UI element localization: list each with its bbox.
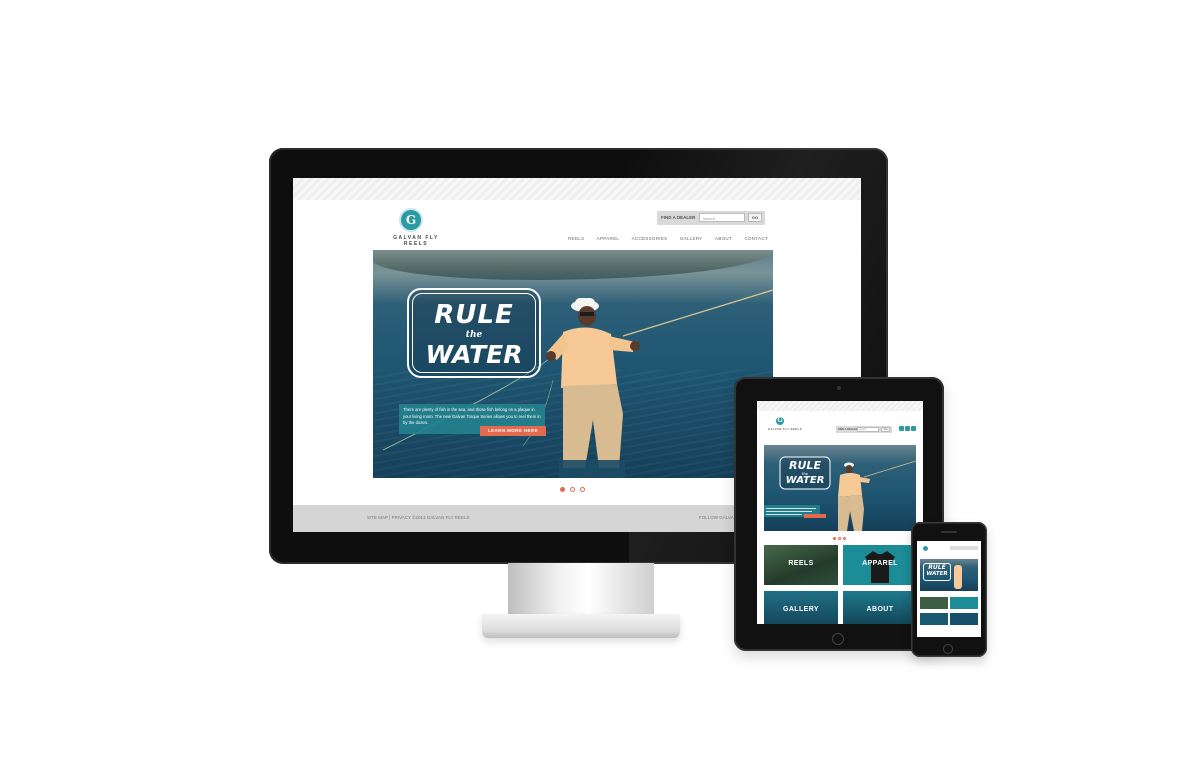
rule-the-water-badge: RULE the WATER	[407, 288, 541, 378]
phone-badge-water: WATER	[926, 571, 948, 577]
tile-gallery[interactable]: GALLERY	[764, 591, 838, 624]
tablet-social-icon-1[interactable]	[899, 426, 904, 431]
nav-contact[interactable]: CONTACT	[744, 236, 768, 244]
brand-logo-icon[interactable]: G	[399, 208, 423, 232]
carousel-dot-1[interactable]	[560, 487, 565, 492]
tablet-social-icon-2[interactable]	[905, 426, 910, 431]
tile-reels-label: REELS	[788, 560, 814, 567]
phone-home-button	[943, 644, 953, 654]
tile-gallery-label: GALLERY	[783, 606, 819, 613]
phone-website: RULE WATER	[917, 541, 981, 637]
footer-follow[interactable]: FOLLOW GALVAN	[699, 515, 737, 520]
phone-brand-logo-icon[interactable]	[923, 546, 928, 551]
tablet-go-button[interactable]: GO	[881, 427, 890, 432]
phone-speaker-icon	[941, 531, 957, 533]
brand-name: GALVAN FLY REELS	[393, 235, 439, 247]
nav-accessories[interactable]: ACCESSORIES	[632, 236, 668, 244]
nav-about[interactable]: ABOUT	[715, 236, 732, 244]
tablet-carousel-dot-1[interactable]	[833, 537, 836, 540]
phone-tile-apparel[interactable]	[950, 597, 978, 609]
carousel-dots	[560, 487, 594, 495]
phone-search-bar[interactable]	[950, 546, 978, 550]
tablet-website: G GALVAN FLY REELS FIND A DEALER search …	[757, 401, 923, 624]
badge-the-text: the	[465, 330, 483, 340]
tablet-home-button	[832, 633, 844, 645]
tile-about-label: ABOUT	[866, 606, 894, 613]
phone-tile-reels[interactable]	[920, 597, 948, 609]
tablet-badge-water: WATER	[785, 475, 825, 486]
tablet-carousel-dot-3[interactable]	[843, 537, 846, 540]
phone-tile-about[interactable]	[950, 613, 978, 625]
tablet-top-stripe	[757, 401, 923, 411]
phone-tile-gallery[interactable]	[920, 613, 948, 625]
find-dealer-label: FIND A DEALER	[661, 215, 696, 220]
main-nav: REELS APPAREL ACCESSORIES GALLERY ABOUT …	[568, 236, 768, 244]
tablet-search-input[interactable]: search	[857, 427, 879, 432]
tablet-carousel-dot-2[interactable]	[838, 537, 841, 540]
tablet-hero-graphic	[779, 456, 916, 531]
top-stripe	[293, 178, 861, 200]
footer-links[interactable]: SITE MAP | PRIVACY ©2013 GALVAN FLY REEL…	[367, 515, 469, 520]
nav-apparel[interactable]: APPAREL	[597, 236, 620, 244]
tablet-carousel-dots	[833, 537, 846, 540]
dealer-go-button[interactable]: GO	[748, 213, 762, 222]
tile-apparel[interactable]: APPAREL	[843, 545, 917, 585]
badge-rule-text: RULE	[434, 300, 514, 330]
badge-water-text: WATER	[425, 340, 523, 369]
dealer-search-input[interactable]: search	[699, 213, 745, 222]
angler-figure	[546, 298, 640, 478]
tablet-brand-logo-icon[interactable]: G	[776, 417, 784, 425]
nav-gallery[interactable]: GALLERY	[680, 236, 703, 244]
tablet-social-icon-3[interactable]	[911, 426, 916, 431]
nav-reels[interactable]: REELS	[568, 236, 584, 244]
tile-about[interactable]: ABOUT	[843, 591, 917, 624]
monitor-stand-neck	[508, 563, 654, 617]
tablet-learn-more-button[interactable]	[804, 514, 826, 518]
tablet-brand-name: GALVAN FLY REELS	[768, 428, 802, 431]
phone-badge-rule: RULE	[928, 564, 946, 571]
carousel-dot-2[interactable]	[570, 487, 575, 492]
carousel-dot-3[interactable]	[580, 487, 585, 492]
tablet-hero-banner: RULE the WATER	[764, 445, 916, 531]
find-dealer-bar: FIND A DEALER search GO	[657, 211, 765, 225]
tablet-camera-icon	[837, 386, 841, 390]
monitor-stand-base	[482, 614, 680, 638]
tile-apparel-label: APPAREL	[862, 560, 898, 567]
tile-reels[interactable]: REELS	[764, 545, 838, 585]
phone-hero-banner: RULE WATER	[920, 559, 978, 591]
hero-banner: RULE the WATER There are plenty of fish …	[373, 250, 773, 478]
learn-more-button[interactable]: LEARN MORE HERE	[480, 426, 546, 436]
